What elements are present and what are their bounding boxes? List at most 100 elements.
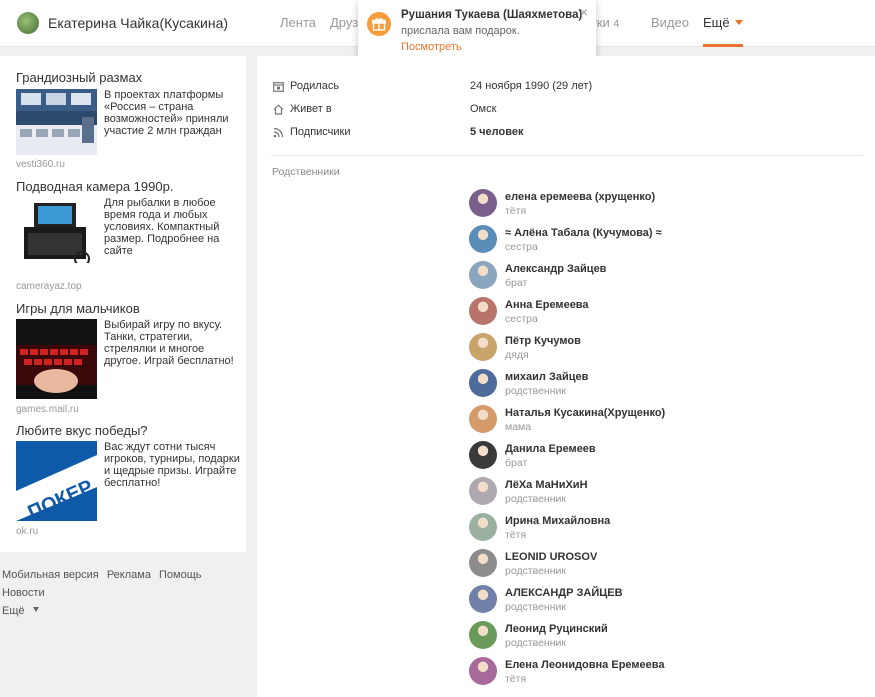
avatar[interactable] <box>469 477 497 505</box>
home-icon <box>273 104 284 115</box>
relative-role: родственник <box>505 601 566 613</box>
calendar-icon <box>273 82 284 92</box>
ad-title[interactable]: Любите вкус победы? <box>16 423 148 438</box>
nav-more[interactable]: Ещё <box>703 15 743 30</box>
subscribers-value[interactable]: 5 человек <box>470 126 523 138</box>
relative-role: родственник <box>505 637 566 649</box>
relative-name[interactable]: АЛЕКСАНДР ЗАЙЦЕВ <box>505 587 623 599</box>
relative-item[interactable]: LEONID UROSOV родственник <box>469 549 869 579</box>
relative-item[interactable]: Александр Зайцев брат <box>469 261 869 291</box>
relative-role: дядя <box>505 349 529 361</box>
city-label: Живет в <box>290 103 332 115</box>
relative-role: брат <box>505 457 528 469</box>
relative-item[interactable]: елена еремеева (хрущенко) тётя <box>469 189 869 219</box>
relative-name[interactable]: Александр Зайцев <box>505 263 606 275</box>
relative-name[interactable]: ≈ Алёна Табала (Кучумова) ≈ <box>505 227 662 239</box>
footer-links: Мобильная версия Реклама Помощь Новости … <box>2 566 252 620</box>
relative-item[interactable]: Наталья Кусакина(Хрущенко) мама <box>469 405 869 435</box>
ad-source[interactable]: vesti360.ru <box>16 159 65 170</box>
active-tab-underline <box>703 44 743 47</box>
relative-name[interactable]: Ирина Михайловна <box>505 515 610 527</box>
relative-name[interactable]: Пётр Кучумов <box>505 335 581 347</box>
birth-value: 24 ноября 1990 (29 лет) <box>470 80 593 92</box>
relative-name[interactable]: Анна Еремеева <box>505 299 589 311</box>
relative-name[interactable]: ЛёХа МаНиХиН <box>505 479 588 491</box>
ad-source[interactable]: games.mail.ru <box>16 404 79 415</box>
relative-item[interactable]: Данила Еремеев брат <box>469 441 869 471</box>
avatar[interactable] <box>469 441 497 469</box>
relative-item[interactable]: Ирина Михайловна тётя <box>469 513 869 543</box>
relative-item[interactable]: АЛЕКСАНДР ЗАЙЦЕВ родственник <box>469 585 869 615</box>
footer-more[interactable]: Ещё <box>2 605 44 617</box>
relative-role: сестра <box>505 241 538 253</box>
footer-link-ads[interactable]: Реклама <box>107 569 151 581</box>
relative-name[interactable]: LEONID UROSOV <box>505 551 597 563</box>
relative-role: родственник <box>505 385 566 397</box>
ad-title[interactable]: Подводная камера 1990р. <box>16 179 173 194</box>
relative-name[interactable]: Данила Еремеев <box>505 443 596 455</box>
avatar[interactable] <box>469 585 497 613</box>
avatar[interactable] <box>469 189 497 217</box>
relative-role: мама <box>505 421 532 433</box>
relative-role: родственник <box>505 565 566 577</box>
ad-image[interactable] <box>16 319 97 399</box>
relative-item[interactable]: Елена Леонидовна Еремеева тётя <box>469 657 869 687</box>
avatar[interactable] <box>469 549 497 577</box>
notification-title: Рушания Тукаева (Шаяхметова) <box>401 9 583 21</box>
ad-image[interactable] <box>16 197 97 263</box>
chevron-down-icon <box>734 20 743 25</box>
divider <box>271 155 863 156</box>
avatar[interactable] <box>469 513 497 541</box>
relative-role: тётя <box>505 529 527 541</box>
avatar[interactable] <box>469 297 497 325</box>
relative-item[interactable]: ЛёХа МаНиХиН родственник <box>469 477 869 507</box>
notification-view-link[interactable]: Посмотреть <box>401 41 462 53</box>
city-value[interactable]: Омск <box>470 103 496 115</box>
footer-link-help[interactable]: Помощь <box>159 569 202 581</box>
close-icon[interactable]: × <box>580 5 588 19</box>
nav-video[interactable]: Видео <box>651 15 689 30</box>
avatar[interactable] <box>469 657 497 685</box>
relative-item[interactable]: Леонид Руцинский родственник <box>469 621 869 651</box>
notification-text: прислала вам подарок. <box>401 25 520 37</box>
relative-name[interactable]: Леонид Руцинский <box>505 623 608 635</box>
user-name[interactable]: Екатерина Чайка(Кусакина) <box>48 15 228 31</box>
relative-item[interactable]: Анна Еремеева сестра <box>469 297 869 327</box>
footer-link-news[interactable]: Новости <box>2 587 45 599</box>
relative-item[interactable]: михаил Зайцев родственник <box>469 369 869 399</box>
gift-notification[interactable]: Рушания Тукаева (Шаяхметова) прислала ва… <box>358 0 596 62</box>
avatar[interactable] <box>469 405 497 433</box>
subscribers-label: Подписчики <box>290 126 351 138</box>
ad-title[interactable]: Игры для мальчиков <box>16 301 140 316</box>
relatives-title: Родственники <box>272 166 340 178</box>
rss-icon <box>273 127 284 138</box>
relative-name[interactable]: михаил Зайцев <box>505 371 588 383</box>
ad-source[interactable]: camerayaz.top <box>16 281 82 292</box>
ad-text[interactable]: Выбирай игру по вкусу. Танки, стратегии,… <box>104 319 240 367</box>
relative-role: тётя <box>505 205 527 217</box>
ad-image[interactable]: ПОКЕР <box>16 441 97 521</box>
nav-feed[interactable]: Лента <box>280 15 316 30</box>
avatar[interactable] <box>469 261 497 289</box>
user-avatar[interactable] <box>17 12 39 34</box>
ad-source[interactable]: ok.ru <box>16 526 38 537</box>
ad-image[interactable] <box>16 89 97 155</box>
profile-main: Родилась 24 ноября 1990 (29 лет) Живет в… <box>257 56 875 697</box>
ad-text[interactable]: Для рыбалки в любое время года и любых у… <box>104 197 240 257</box>
chevron-down-icon <box>32 607 39 612</box>
ad-title[interactable]: Грандиозный размах <box>16 70 142 85</box>
birth-label: Родилась <box>290 80 340 92</box>
relative-item[interactable]: ≈ Алёна Табала (Кучумова) ≈ сестра <box>469 225 869 255</box>
avatar[interactable] <box>469 333 497 361</box>
ad-text[interactable]: В проектах платформы «Россия – страна во… <box>104 89 240 137</box>
relative-name[interactable]: Наталья Кусакина(Хрущенко) <box>505 407 665 419</box>
avatar[interactable] <box>469 369 497 397</box>
ad-text[interactable]: Вас ждут сотни тысяч игроков, турниры, п… <box>104 441 240 489</box>
avatar[interactable] <box>469 225 497 253</box>
relative-item[interactable]: Пётр Кучумов дядя <box>469 333 869 363</box>
gift-icon <box>367 12 391 36</box>
relative-name[interactable]: Елена Леонидовна Еремеева <box>505 659 665 671</box>
avatar[interactable] <box>469 621 497 649</box>
relative-name[interactable]: елена еремеева (хрущенко) <box>505 191 655 203</box>
footer-link-mobile[interactable]: Мобильная версия <box>2 569 99 581</box>
